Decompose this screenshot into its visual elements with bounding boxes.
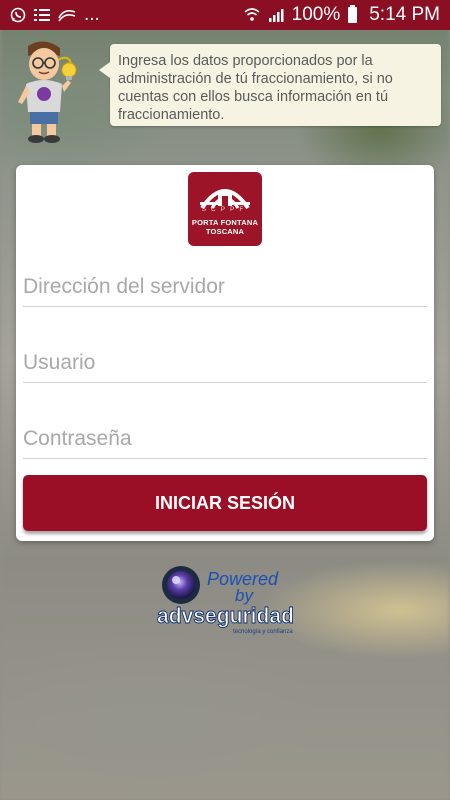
battery-percent: 100% (291, 4, 341, 25)
tip-text: Ingresa los datos proporcionados por la … (118, 53, 393, 123)
wifi-icon (244, 8, 260, 21)
brand-text: advseguridad (157, 603, 294, 628)
signal-icon (268, 9, 284, 22)
assistant-avatar (18, 41, 77, 143)
login-card: SCPPF PORTA FONTANA TOSCANA INICIAR SESI… (16, 165, 434, 541)
powered-by-logo: Powered by advseguridad tecnología y con… (157, 566, 294, 635)
swype-icon (58, 10, 76, 22)
community-logo: SCPPF PORTA FONTANA TOSCANA (188, 172, 262, 246)
whatsapp-icon (10, 7, 26, 23)
login-button[interactable]: INICIAR SESIÓN (23, 475, 427, 531)
battery-icon (348, 5, 358, 23)
logo-name: PORTA FONTANA TOSCANA (191, 218, 259, 236)
logo-initials: SCPPF (201, 206, 249, 213)
tip-bubble: Ingresa los datos proporcionados por la … (99, 44, 441, 126)
more-notifications: ... (84, 4, 100, 25)
tagline-text: tecnología y confianza (233, 629, 293, 635)
list-icon (34, 9, 50, 21)
status-bar: ... 100% 5:14 PM (0, 0, 450, 30)
username-input[interactable] (23, 343, 427, 383)
server-address-input[interactable] (23, 267, 427, 307)
password-input[interactable] (23, 419, 427, 459)
clock: 5:14 PM (369, 4, 440, 25)
